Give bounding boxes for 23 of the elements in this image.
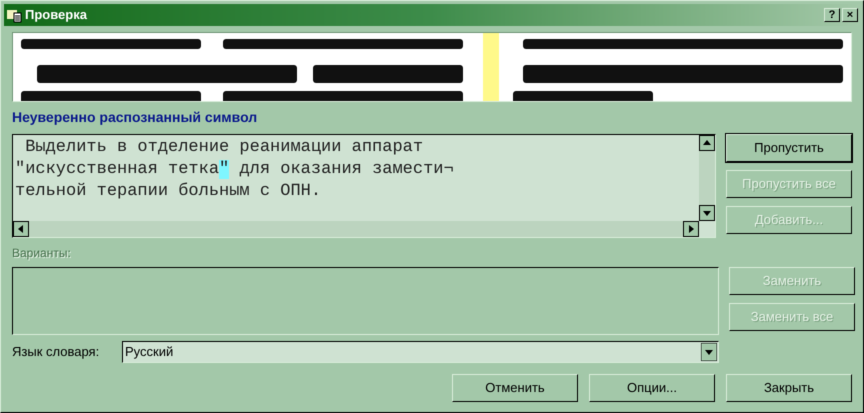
close-button[interactable]: × xyxy=(842,8,858,22)
horizontal-scrollbar[interactable] xyxy=(13,221,699,237)
dropdown-arrow-icon[interactable] xyxy=(701,343,717,361)
language-dropdown[interactable]: Русский xyxy=(122,341,719,363)
field-label: Язык словаря: xyxy=(12,343,100,362)
dialog-button[interactable]: Отменить xyxy=(452,374,578,402)
dialog-button[interactable]: Пропустить xyxy=(726,134,852,162)
document-icon xyxy=(6,7,22,23)
vertical-scrollbar[interactable] xyxy=(699,135,715,221)
scroll-right-icon[interactable] xyxy=(683,221,699,237)
dialog-button[interactable]: Опции... xyxy=(589,374,715,402)
scroll-up-icon[interactable] xyxy=(699,135,715,151)
text-line: "искусственная тетка" для оказания замести¬ xyxy=(15,159,455,181)
text-line: Выделить в отделение реанимации аппарат xyxy=(24,137,424,159)
help-button[interactable]: ? xyxy=(824,8,840,22)
scroll-left-icon[interactable] xyxy=(13,221,29,237)
window-title: Проверка xyxy=(25,6,87,24)
scroll-down-icon[interactable] xyxy=(699,205,715,221)
dialog-button[interactable]: Закрыть xyxy=(726,374,852,402)
field-label: Варианты: xyxy=(12,245,72,262)
text-editor[interactable]: Выделить в отделение реанимации аппарат "искусственная тетка" для оказания замести¬ тельной терапии больным с ОПН. xyxy=(12,134,716,238)
section-title: Неуверенно распознанный символ xyxy=(12,108,258,127)
text-line: тельной терапии больным с ОПН. xyxy=(15,181,322,203)
